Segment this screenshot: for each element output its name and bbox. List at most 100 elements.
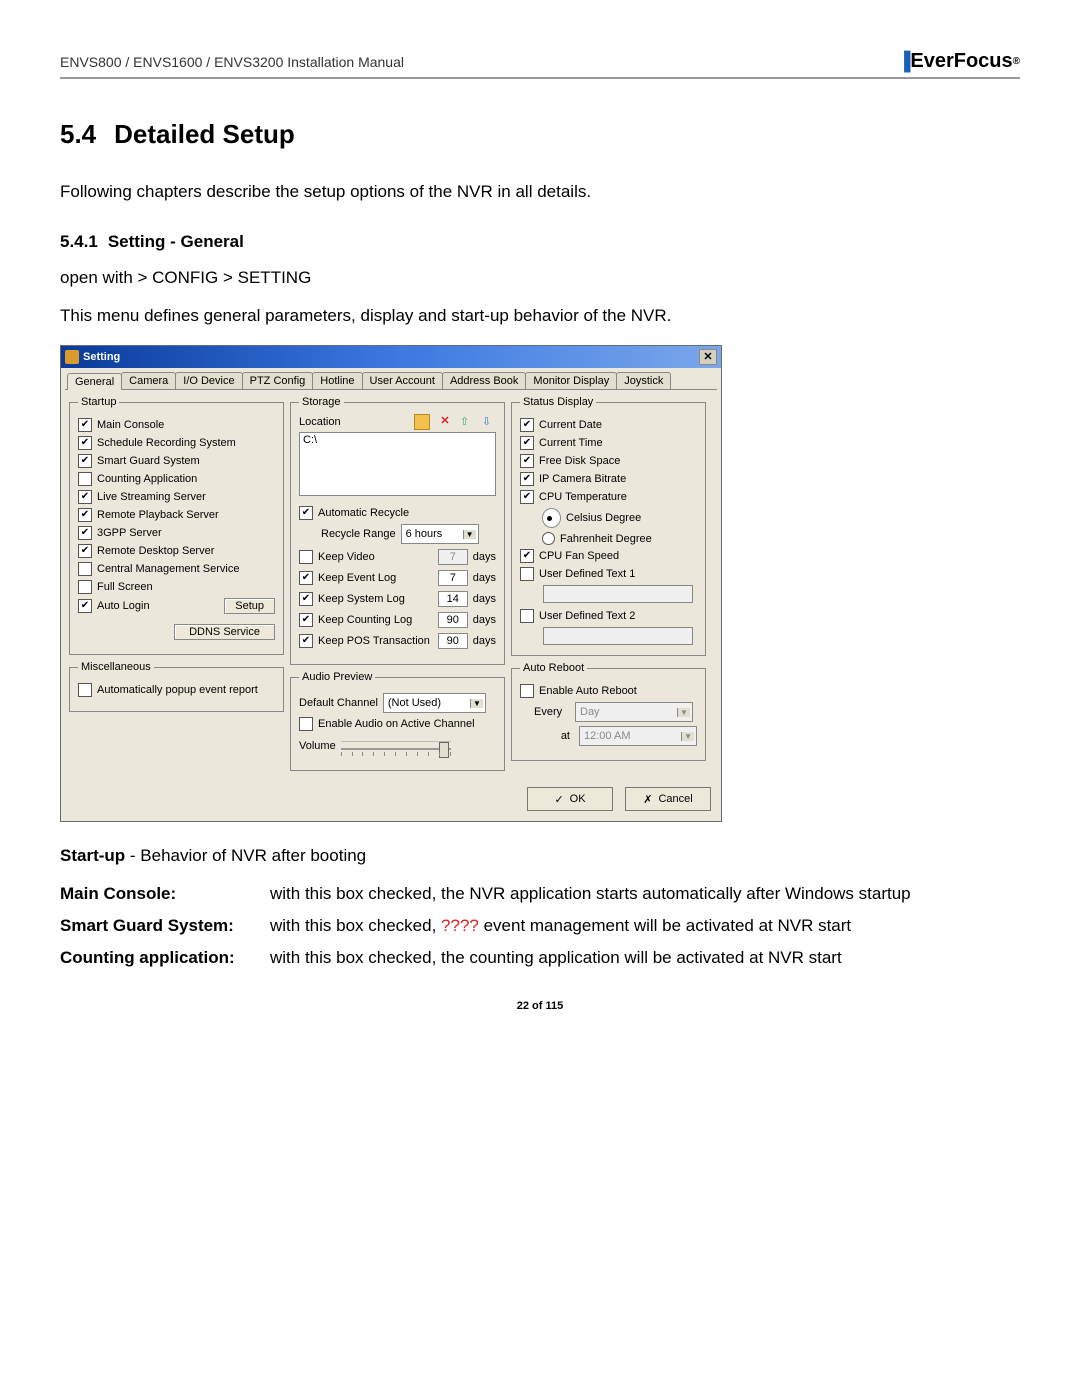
chk-counting-app[interactable] (78, 472, 92, 486)
chk-current-time[interactable] (520, 436, 534, 450)
misc-legend: Miscellaneous (78, 661, 154, 673)
startup-legend: Startup (78, 396, 119, 408)
tab-joystick[interactable]: Joystick (616, 372, 671, 389)
dialog-title: Setting (83, 351, 120, 363)
chk-keep-system-log[interactable] (299, 592, 313, 606)
radio-celsius[interactable] (542, 508, 561, 528)
chk-auto-recycle[interactable] (299, 506, 313, 520)
row3-key: Counting application: (60, 946, 270, 970)
ddns-service-button[interactable]: DDNS Service (174, 624, 275, 640)
chk-remote-desktop[interactable] (78, 544, 92, 558)
move-down-icon[interactable]: ⇩ (482, 415, 496, 429)
subsection-title: Setting - General (108, 232, 244, 251)
move-up-icon[interactable]: ⇧ (460, 415, 474, 429)
every-label: Every (534, 706, 570, 718)
chk-user-text2[interactable] (520, 609, 534, 623)
keep-event-log-input[interactable] (438, 570, 468, 586)
subsection-heading: 5.4.1 Setting - General (60, 232, 1020, 252)
subsection-number: 5.4.1 (60, 232, 98, 251)
startup-group: Startup Main Console Schedule Recording … (69, 396, 284, 655)
chk-user-text1[interactable] (520, 567, 534, 581)
chk-ip-bitrate[interactable] (520, 472, 534, 486)
chk-cpu-temp[interactable] (520, 490, 534, 504)
chevron-down-icon: ▼ (681, 732, 694, 741)
chk-cpu-fan[interactable] (520, 549, 534, 563)
chk-keep-event-log[interactable] (299, 571, 313, 585)
keep-counting-log-input[interactable] (438, 612, 468, 628)
storage-group: Storage Location ✕ ⇧ ⇩ C:\ Automatic Rec… (290, 396, 505, 665)
chk-auto-login[interactable] (78, 599, 92, 613)
storage-legend: Storage (299, 396, 344, 408)
tab-address-book[interactable]: Address Book (442, 372, 526, 389)
chk-enable-audio-active[interactable] (299, 717, 313, 731)
chk-keep-video[interactable] (299, 550, 313, 564)
row2-question: ???? (441, 916, 479, 935)
chk-schedule-recording[interactable] (78, 436, 92, 450)
chk-current-date[interactable] (520, 418, 534, 432)
chk-remote-playback[interactable] (78, 508, 92, 522)
close-icon[interactable]: ✕ (699, 349, 717, 365)
recycle-range-select[interactable]: 6 hours▼ (401, 524, 479, 544)
chk-popup-event-report[interactable] (78, 683, 92, 697)
row1-key: Main Console: (60, 882, 270, 906)
every-select: Day▼ (575, 702, 693, 722)
row2-val: with this box checked, ???? event manage… (270, 914, 1020, 938)
cancel-button[interactable]: ✗Cancel (625, 787, 711, 811)
chk-keep-counting-log[interactable] (299, 613, 313, 627)
status-legend: Status Display (520, 396, 596, 408)
open-with-line: open with > CONFIG > SETTING (60, 266, 1020, 290)
tab-hotline[interactable]: Hotline (312, 372, 362, 389)
tab-monitor-display[interactable]: Monitor Display (525, 372, 617, 389)
brand-text: EverFocus (910, 50, 1012, 73)
chk-central-mgmt[interactable] (78, 562, 92, 576)
chevron-down-icon: ▼ (470, 699, 483, 708)
row3-val: with this box checked, the counting appl… (270, 946, 1020, 970)
ok-button[interactable]: ✓OK (527, 787, 613, 811)
startup-rest: - Behavior of NVR after booting (125, 846, 366, 865)
brand-logo: ▐ EverFocus® (898, 50, 1020, 73)
tab-camera[interactable]: Camera (121, 372, 176, 389)
radio-fahrenheit[interactable] (542, 532, 555, 545)
volume-slider[interactable] (341, 741, 451, 756)
chk-main-console[interactable] (78, 418, 92, 432)
at-label: at (534, 730, 574, 742)
dialog-tabs: General Camera I/O Device PTZ Config Hot… (61, 368, 721, 389)
chk-enable-auto-reboot[interactable] (520, 684, 534, 698)
chk-3gpp-server[interactable] (78, 526, 92, 540)
user-text2-input (543, 627, 693, 645)
folder-icon[interactable] (414, 414, 430, 430)
tab-general[interactable]: General (67, 373, 122, 390)
user-text1-input (543, 585, 693, 603)
section-intro: Following chapters describe the setup op… (60, 180, 1020, 204)
chevron-down-icon: ▼ (677, 708, 690, 717)
recycle-range-label: Recycle Range (321, 528, 396, 540)
chevron-down-icon: ▼ (463, 530, 476, 539)
header-doc-title: ENVS800 / ENVS1600 / ENVS3200 Installati… (60, 54, 404, 70)
location-list[interactable]: C:\ (299, 432, 496, 496)
audio-preview-group: Audio Preview Default Channel (Not Used)… (290, 671, 505, 771)
chk-live-streaming[interactable] (78, 490, 92, 504)
setup-button[interactable]: Setup (224, 598, 275, 614)
audio-legend: Audio Preview (299, 671, 375, 683)
chk-full-screen[interactable] (78, 580, 92, 594)
logo-icon: ▐ (898, 51, 911, 72)
at-select: 12:00 AM▼ (579, 726, 697, 746)
section-title: Detailed Setup (114, 119, 295, 149)
keep-video-input (438, 549, 468, 565)
keep-system-log-input[interactable] (438, 591, 468, 607)
chk-smart-guard[interactable] (78, 454, 92, 468)
misc-group: Miscellaneous Automatically popup event … (69, 661, 284, 712)
keep-pos-input[interactable] (438, 633, 468, 649)
chk-keep-pos[interactable] (299, 634, 313, 648)
delete-icon[interactable]: ✕ (438, 415, 452, 429)
section-heading: 5.4 Detailed Setup (60, 119, 1020, 150)
page-header: ENVS800 / ENVS1600 / ENVS3200 Installati… (60, 50, 1020, 79)
tab-ptz-config[interactable]: PTZ Config (242, 372, 314, 389)
row2-key: Smart Guard System: (60, 914, 270, 938)
default-channel-select[interactable]: (Not Used)▼ (383, 693, 486, 713)
tab-user-account[interactable]: User Account (362, 372, 443, 389)
section-number: 5.4 (60, 119, 96, 149)
startup-bold: Start-up (60, 846, 125, 865)
tab-io-device[interactable]: I/O Device (175, 372, 242, 389)
chk-free-disk[interactable] (520, 454, 534, 468)
